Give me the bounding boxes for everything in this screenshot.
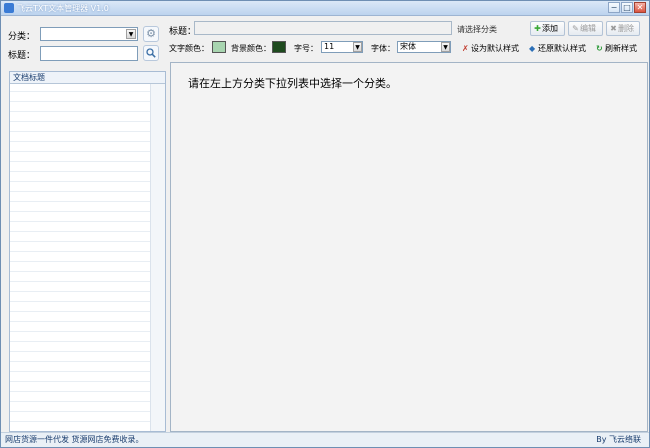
list-scrollbar[interactable] [150, 84, 165, 431]
add-button[interactable]: ✚添加 [530, 21, 565, 36]
search-title-label: 标题： [8, 51, 36, 61]
title-search-input[interactable] [40, 46, 138, 61]
window-title: 飞云TXT文本管理器 V1.0 [17, 4, 109, 13]
diamond-icon: ◆ [529, 44, 536, 53]
search-button[interactable] [143, 45, 159, 61]
bg-color-label: 背景颜色： [231, 44, 271, 53]
maximize-button[interactable]: □ [621, 2, 633, 13]
category-dropdown[interactable]: ▼ [40, 27, 138, 41]
font-size-select[interactable]: 11 ▼ [321, 41, 363, 53]
plus-icon: ✚ [534, 24, 541, 33]
document-list[interactable]: 文档标题 [9, 71, 166, 432]
category-settings-button[interactable]: ⚙ [143, 26, 159, 42]
cross-icon: ✖ [610, 24, 617, 33]
left-panel: 分类： ▼ ⚙ 标题： 文档标题 [4, 19, 167, 432]
content-area[interactable]: 请在左上方分类下拉列表中选择一个分类。 [170, 62, 648, 432]
restore-default-style-button[interactable]: ◆ 还原默认样式 [529, 43, 586, 54]
font-family-label: 字体： [371, 44, 395, 53]
doc-title-label: 标题： [169, 27, 197, 37]
status-left-text[interactable]: 网店货源一件代发 货源网店免费收录。 [5, 433, 144, 447]
app-window: 飞云TXT文本管理器 V1.0 − □ ✕ 分类： ▼ ⚙ 标题： 文档标题 标… [0, 0, 650, 448]
refresh-icon: ↻ [596, 44, 603, 53]
edit-button[interactable]: ✎编辑 [568, 21, 603, 36]
text-color-label: 文字颜色： [169, 44, 209, 53]
close-button[interactable]: ✕ [634, 2, 646, 13]
app-icon [4, 3, 14, 13]
tools-icon: ✗ [462, 44, 469, 53]
status-bar: 网店货源一件代发 货源网店免费收录。 By 飞云络联 [1, 432, 649, 447]
search-icon [146, 48, 156, 58]
category-label: 分类： [8, 32, 36, 42]
set-default-style-button[interactable]: ✗ 设为默认样式 [462, 43, 519, 54]
list-header: 文档标题 [10, 72, 165, 84]
chevron-down-icon[interactable]: ▼ [126, 29, 136, 39]
chevron-down-icon[interactable]: ▼ [441, 42, 450, 52]
gear-icon: ⚙ [146, 27, 156, 40]
font-size-label: 字号： [294, 44, 318, 53]
refresh-style-button[interactable]: ↻ 刷新样式 [596, 43, 637, 54]
bg-color-swatch[interactable] [272, 41, 286, 53]
pencil-icon: ✎ [572, 24, 579, 33]
doc-title-input[interactable] [194, 21, 452, 35]
font-family-select[interactable]: 宋体 ▼ [397, 41, 451, 53]
chevron-down-icon[interactable]: ▼ [353, 42, 362, 52]
status-right-text[interactable]: By 飞云络联 [596, 433, 641, 447]
title-bar: 飞云TXT文本管理器 V1.0 − □ ✕ [1, 1, 649, 16]
delete-button[interactable]: ✖删除 [606, 21, 640, 36]
right-panel: 标题： 请选择分类 ✚添加 ✎编辑 ✖删除 文字颜色： 背景颜色： 字号： 11… [168, 19, 648, 432]
minimize-button[interactable]: − [608, 2, 620, 13]
text-color-swatch[interactable] [212, 41, 226, 53]
select-category-hint: 请选择分类 [457, 25, 497, 34]
content-message: 请在左上方分类下拉列表中选择一个分类。 [188, 77, 397, 90]
